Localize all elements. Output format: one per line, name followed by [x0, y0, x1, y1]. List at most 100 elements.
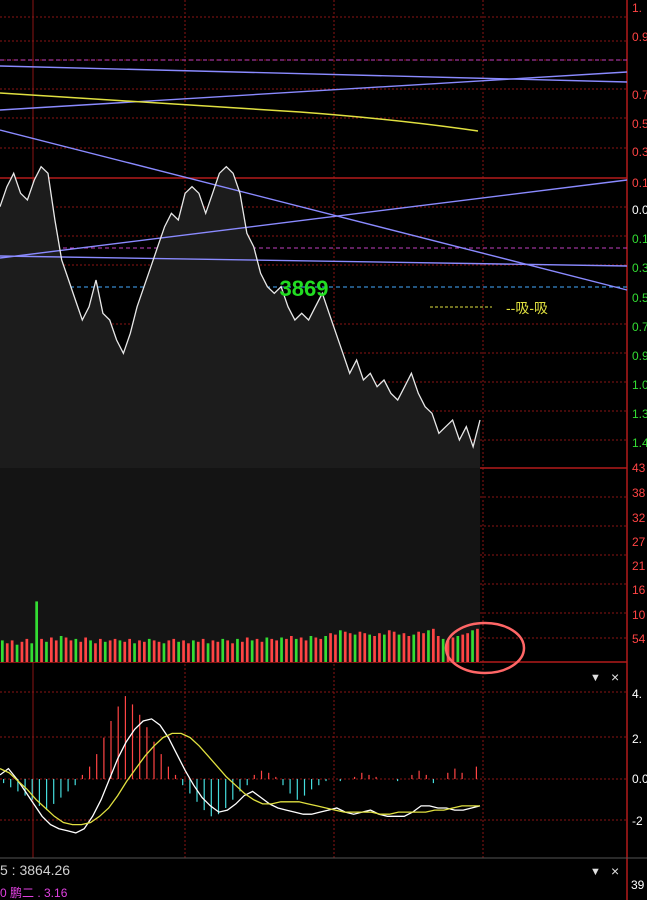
- volume-bar: [294, 638, 298, 662]
- volume-bar: [206, 643, 210, 662]
- volume-bar: [275, 640, 278, 662]
- volume-axis-label: 21: [632, 559, 646, 573]
- price-axis-label: 0.5: [632, 291, 647, 305]
- volume-bar: [45, 641, 48, 662]
- volume-bar: [1, 640, 4, 662]
- volume-bar: [236, 638, 239, 662]
- volume-bar: [373, 636, 376, 662]
- volume-bar: [157, 641, 161, 662]
- volume-bar: [113, 638, 117, 662]
- volume-bar: [201, 638, 205, 662]
- volume-bar: [299, 637, 303, 662]
- volume-bar: [143, 641, 146, 662]
- volume-bar: [84, 637, 87, 662]
- stock-chart-canvas: 1. 0.9 0.7 0.5 0.3 0.1 0.0 0.1 0.3 0.5 0.7 0.9 1.0 1.…: [0, 0, 647, 900]
- volume-axis-label: 27: [632, 535, 646, 549]
- price-axis-label: 0.0: [632, 203, 647, 217]
- volume-bar: [319, 638, 323, 662]
- bottom-close-icon[interactable]: ×: [611, 863, 619, 879]
- volume-bar: [74, 638, 78, 662]
- volume-bar: [471, 630, 474, 662]
- ma-value-info: 5 : 3864.26: [0, 862, 70, 878]
- volume-bar: [172, 638, 176, 662]
- volume-axis-label: 38: [632, 486, 646, 500]
- volume-bar: [456, 636, 460, 662]
- volume-bar: [348, 633, 352, 662]
- volume-bar: [177, 641, 180, 662]
- volume-bar: [280, 637, 283, 662]
- volume-bar: [334, 634, 337, 662]
- volume-axis-label: 10: [632, 608, 646, 622]
- volume-bar: [167, 640, 171, 662]
- volume-bar: [309, 636, 313, 662]
- volume-bar: [94, 643, 97, 662]
- volume-bar: [241, 641, 244, 662]
- volume-bar: [304, 640, 308, 662]
- volume-bar: [103, 641, 107, 662]
- volume-bar: [412, 634, 416, 662]
- buy-signal-annotation: --吸-吸: [506, 300, 548, 316]
- volume-bar: [451, 637, 455, 662]
- price-axis-label: 0.1: [632, 232, 647, 246]
- volume-bar: [329, 633, 332, 662]
- price-axis-label: 1.: [632, 1, 642, 15]
- price-axis-label: 0.1: [632, 176, 647, 190]
- secondary-indicator-info: 0 鹏二 . 3.16: [0, 886, 68, 900]
- bottom-menu-dropdown-icon[interactable]: ▼: [590, 866, 601, 878]
- price-axis-label: 1.0: [632, 378, 647, 392]
- volume-bar: [363, 633, 367, 662]
- volume-bar: [461, 634, 465, 662]
- volume-bar: [118, 640, 122, 662]
- price-axis-label: 0.3: [632, 261, 647, 275]
- volume-bar: [108, 640, 112, 662]
- volume-bar: [35, 601, 38, 662]
- macd-axis-label: 4.: [632, 687, 642, 701]
- volume-bar: [15, 644, 19, 662]
- volume-bar: [290, 636, 293, 662]
- volume-bar: [392, 631, 396, 662]
- volume-bar: [417, 631, 420, 662]
- price-axis-label: 0.7: [632, 320, 647, 334]
- volume-bar: [54, 640, 58, 662]
- volume-bar: [64, 637, 68, 662]
- volume-bar: [387, 630, 391, 662]
- volume-bar: [187, 643, 190, 662]
- macd-close-icon[interactable]: ×: [611, 669, 619, 685]
- volume-axis-label: 54: [632, 632, 646, 646]
- volume-bar: [231, 643, 234, 662]
- macd-axis-label: -2: [632, 814, 643, 828]
- volume-bar: [260, 641, 264, 662]
- volume-axis-label: 16: [632, 583, 646, 597]
- volume-bar: [353, 634, 357, 662]
- volume-bar: [20, 641, 24, 662]
- volume-bar: [25, 638, 29, 662]
- volume-bar: [285, 638, 288, 662]
- volume-bar: [339, 630, 342, 662]
- price-axis-label: 1.3: [632, 407, 647, 421]
- volume-bar: [245, 637, 249, 662]
- volume-bar: [211, 640, 215, 662]
- volume-bar: [441, 638, 445, 662]
- macd-menu-dropdown-icon[interactable]: ▼: [590, 672, 601, 684]
- macd-axis-label: 2.: [632, 732, 642, 746]
- price-axis-label: 0.9: [632, 349, 647, 363]
- volume-bar: [89, 640, 92, 662]
- volume-bar: [192, 640, 195, 662]
- volume-bar: [128, 638, 131, 662]
- volume-bar: [407, 636, 411, 662]
- volume-bar: [30, 643, 34, 662]
- volume-bar: [147, 638, 151, 662]
- volume-bar: [152, 640, 156, 662]
- volume-bar: [383, 634, 386, 662]
- volume-bar: [250, 640, 254, 662]
- bottom-axis-label: 39: [631, 878, 645, 892]
- volume-bar: [99, 638, 102, 662]
- volume-bar: [432, 628, 435, 662]
- volume-bar: [221, 638, 225, 662]
- volume-bar: [436, 636, 440, 662]
- volume-bar: [59, 636, 63, 662]
- volume-bar: [255, 638, 259, 662]
- volume-bar: [226, 640, 229, 662]
- volume-bar: [402, 633, 406, 662]
- volume-bar: [196, 641, 200, 662]
